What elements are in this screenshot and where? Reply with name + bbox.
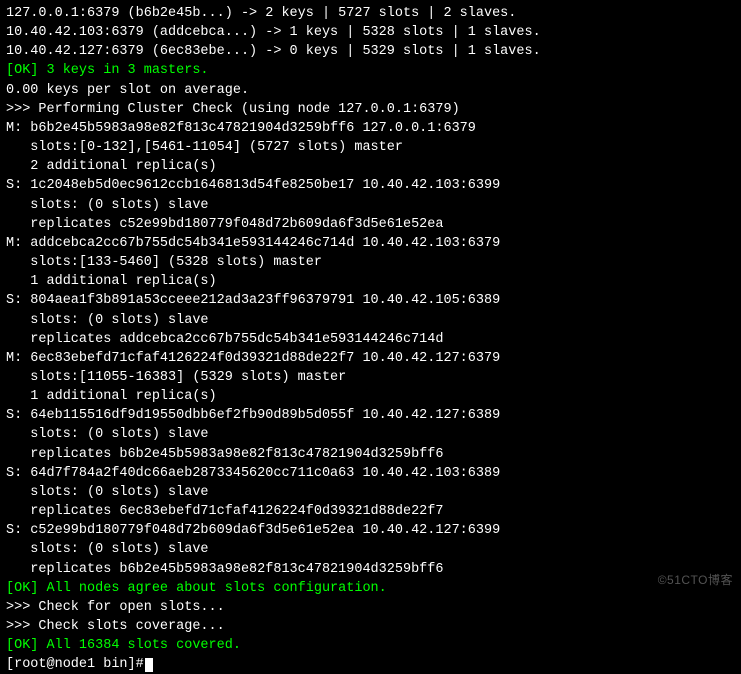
shell-prompt[interactable]: [root@node1 bin]# xyxy=(6,655,735,674)
node-line: S: 64eb115516df9d19550dbb6ef2fb90d89b5d0… xyxy=(6,406,735,425)
node-line: replicates c52e99bd180779f048d72b609da6f… xyxy=(6,215,735,234)
node-line: 1 additional replica(s) xyxy=(6,272,735,291)
node-line: M: 6ec83ebefd71cfaf4126224f0d39321d88de2… xyxy=(6,349,735,368)
summary-line: 10.40.42.103:6379 (addcebca...) -> 1 key… xyxy=(6,23,735,42)
node-line: slots: (0 slots) slave xyxy=(6,540,735,559)
node-line: S: c52e99bd180779f048d72b609da6f3d5e61e5… xyxy=(6,521,735,540)
ok-keys-line: [OK] 3 keys in 3 masters. xyxy=(6,61,735,80)
watermark-text: ©51CTO博客 xyxy=(658,572,733,589)
node-line: slots: (0 slots) slave xyxy=(6,196,735,215)
node-line: replicates addcebca2cc67b755dc54b341e593… xyxy=(6,330,735,349)
node-line: slots:[0-132],[5461-11054] (5727 slots) … xyxy=(6,138,735,157)
ok-coverage-line: [OK] All 16384 slots covered. xyxy=(6,636,735,655)
node-line: M: b6b2e45b5983a98e82f813c47821904d3259b… xyxy=(6,119,735,138)
node-line: 2 additional replica(s) xyxy=(6,157,735,176)
node-line: slots:[133-5460] (5328 slots) master xyxy=(6,253,735,272)
terminal-output: 127.0.0.1:6379 (b6b2e45b...) -> 2 keys |… xyxy=(6,4,735,674)
node-line: slots:[11055-16383] (5329 slots) master xyxy=(6,368,735,387)
node-line: replicates b6b2e45b5983a98e82f813c478219… xyxy=(6,445,735,464)
cluster-check-header: >>> Performing Cluster Check (using node… xyxy=(6,100,735,119)
node-line: 1 additional replica(s) xyxy=(6,387,735,406)
summary-line: 127.0.0.1:6379 (b6b2e45b...) -> 2 keys |… xyxy=(6,4,735,23)
node-line: replicates b6b2e45b5983a98e82f813c478219… xyxy=(6,560,735,579)
node-line: M: addcebca2cc67b755dc54b341e593144246c7… xyxy=(6,234,735,253)
node-line: slots: (0 slots) slave xyxy=(6,311,735,330)
summary-line: 10.40.42.127:6379 (6ec83ebe...) -> 0 key… xyxy=(6,42,735,61)
node-line: slots: (0 slots) slave xyxy=(6,425,735,444)
node-line: S: 64d7f784a2f40dc66aeb2873345620cc711c0… xyxy=(6,464,735,483)
avg-line: 0.00 keys per slot on average. xyxy=(6,81,735,100)
cursor-icon xyxy=(145,658,153,672)
check-slots-coverage-line: >>> Check slots coverage... xyxy=(6,617,735,636)
prompt-text: [root@node1 bin]# xyxy=(6,657,144,672)
node-line: slots: (0 slots) slave xyxy=(6,483,735,502)
node-line: S: 1c2048eb5d0ec9612ccb1646813d54fe8250b… xyxy=(6,176,735,195)
node-line: replicates 6ec83ebefd71cfaf4126224f0d393… xyxy=(6,502,735,521)
node-line: S: 804aea1f3b891a53cceee212ad3a23ff96379… xyxy=(6,291,735,310)
check-open-slots-line: >>> Check for open slots... xyxy=(6,598,735,617)
